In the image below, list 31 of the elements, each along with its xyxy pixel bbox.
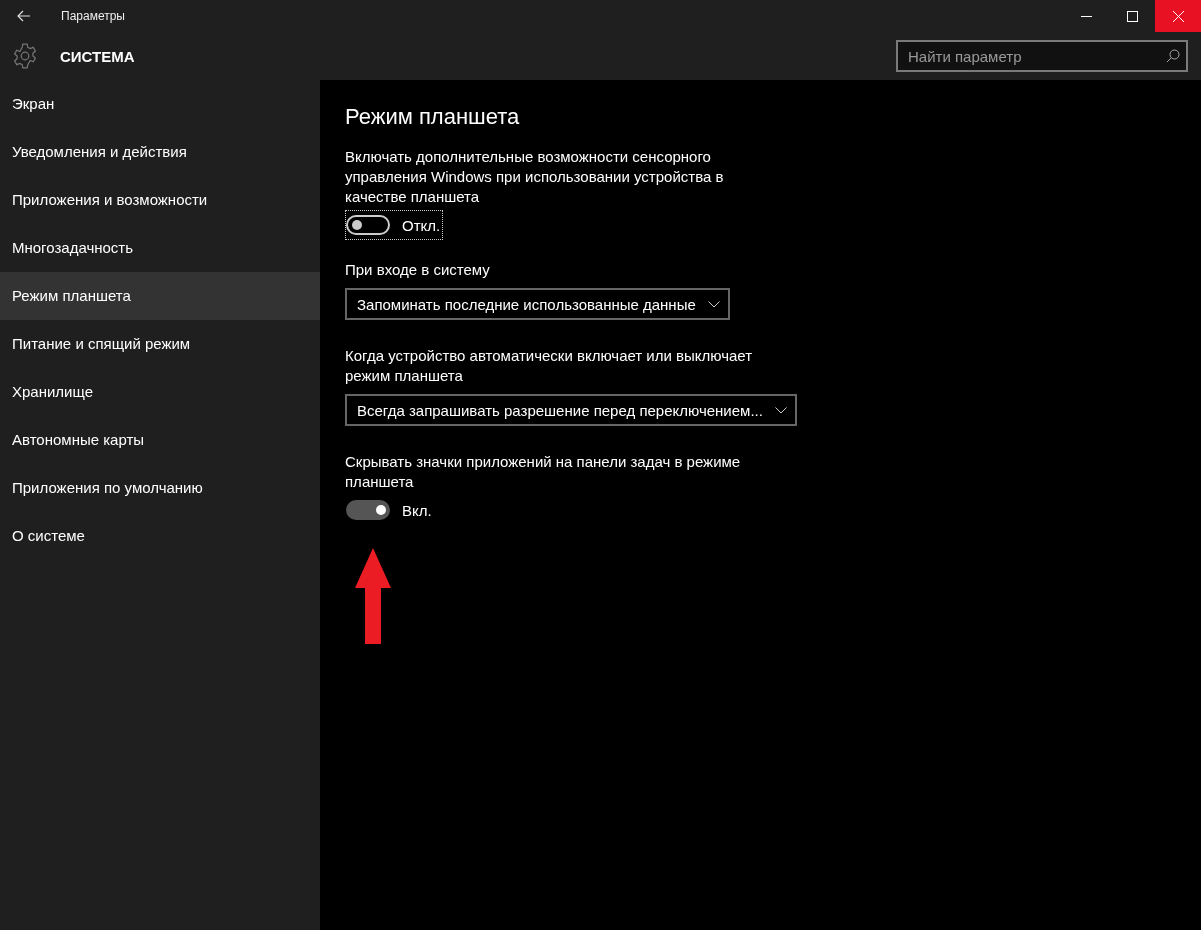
sidebar-item[interactable]: О системе: [0, 512, 320, 560]
sidebar-item[interactable]: Режим планшета: [0, 272, 320, 320]
page-title: Режим планшета: [345, 104, 521, 130]
chevron-down-icon: [707, 300, 720, 308]
section-title: СИСТЕМА: [60, 47, 135, 65]
sidebar-item[interactable]: Автономные карты: [0, 416, 320, 464]
setting-label: При входе в систему: [345, 260, 491, 280]
sidebar-item[interactable]: Приложения и возможности: [0, 176, 320, 224]
dropdown[interactable]: Запоминать последние использованные данные: [345, 288, 730, 320]
sidebar-item[interactable]: Хранилище: [0, 368, 320, 416]
maximize-icon: [1126, 10, 1138, 22]
dropdown[interactable]: Всегда запрашивать разрешение перед переключением...: [345, 394, 797, 426]
sidebar-item[interactable]: Экран: [0, 80, 320, 128]
setting-label: Включать дополнительные возможности сенсорного управления Windows при использовании устройства в качестве планшета: [345, 147, 725, 207]
setting-label: Скрывать значки приложений на панели задач в режиме планшета: [345, 452, 742, 492]
sidebar-item[interactable]: Многозадачность: [0, 224, 320, 272]
window-title: Параметры: [61, 9, 125, 23]
sidebar-item[interactable]: Приложения по умолчанию: [0, 464, 320, 512]
chevron-down-icon: [774, 406, 787, 414]
toggle-state-text: Откл.: [402, 216, 441, 234]
toggle-switch[interactable]: [346, 500, 390, 520]
sidebar-item[interactable]: Уведомления и действия: [0, 128, 320, 176]
sidebar-item[interactable]: Питание и спящий режим: [0, 320, 320, 368]
toggle-state-text: Вкл.: [402, 501, 432, 519]
setting-label: Когда устройство автоматически включает или выключает режим планшета: [345, 346, 754, 386]
settings-icon: [12, 43, 38, 69]
close-icon: [1172, 10, 1184, 22]
search-icon: [1166, 49, 1180, 63]
toggle-switch[interactable]: [346, 215, 390, 235]
back-arrow-icon: [17, 10, 31, 22]
search-field[interactable]: Найти параметр: [896, 40, 1188, 72]
